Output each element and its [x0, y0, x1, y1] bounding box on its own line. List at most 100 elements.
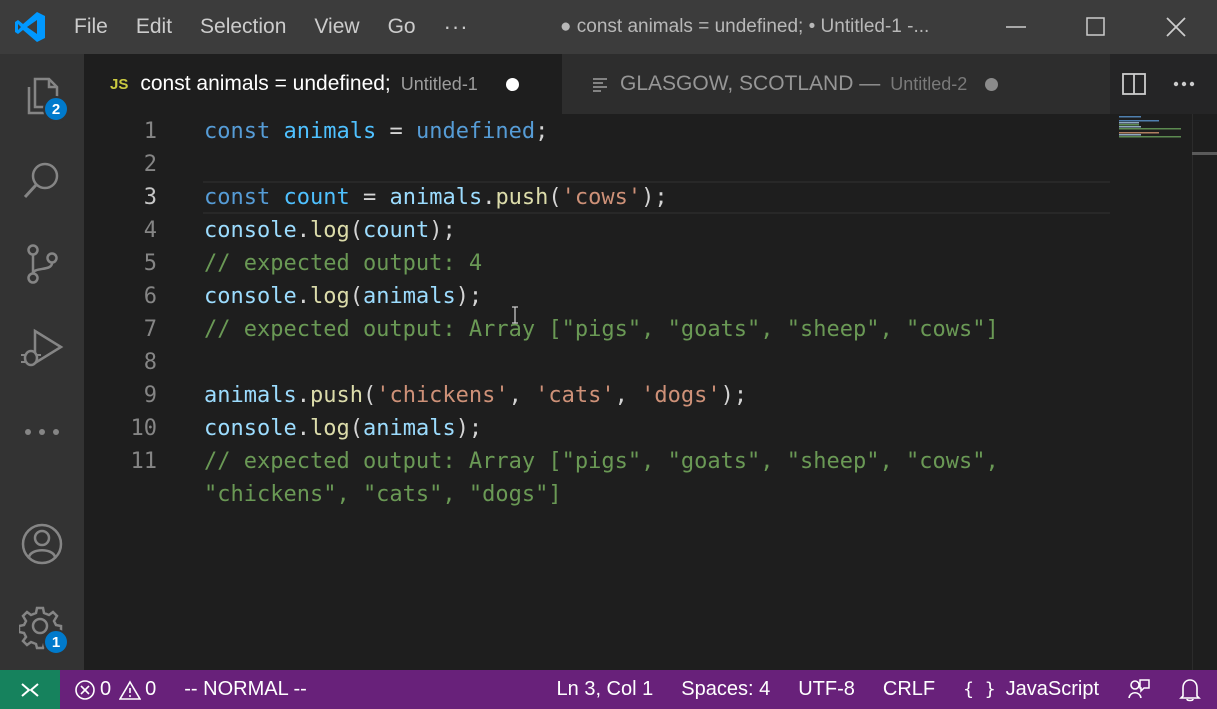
code-token: console	[204, 416, 297, 441]
maximize-button[interactable]	[1056, 0, 1136, 54]
code-token: (	[548, 185, 562, 210]
unsaved-dot-icon[interactable]	[985, 77, 999, 91]
code-token: animals	[204, 383, 297, 408]
code-token: "chickens", "cats", "dogs"]	[204, 482, 562, 507]
activity-bar: 2 1	[0, 54, 84, 670]
indentation[interactable]: Spaces: 4	[667, 670, 784, 709]
remote-icon	[21, 682, 39, 697]
account-icon	[21, 523, 63, 565]
menu-edit[interactable]: Edit	[122, 0, 186, 54]
more-views-button[interactable]	[0, 390, 84, 474]
code-token: console	[204, 284, 297, 309]
window-title: ● const animals = undefined; • Untitled-…	[560, 16, 930, 37]
error-count: 0	[100, 678, 112, 700]
remote-button[interactable]	[0, 670, 60, 709]
more-icon	[25, 429, 59, 435]
code-token: 'cats'	[535, 383, 615, 408]
code-token: );	[720, 383, 748, 408]
code-token: );	[455, 284, 483, 309]
menu-selection[interactable]: Selection	[186, 0, 300, 54]
tab-untitled-1[interactable]: JS const animals = undefined; Untitled-1	[84, 54, 562, 114]
code-token: =	[376, 119, 416, 144]
menu-view[interactable]: View	[300, 0, 373, 54]
manage-button[interactable]: 1	[0, 586, 84, 670]
language-mode[interactable]: { } JavaScript	[949, 670, 1113, 709]
cursor-position[interactable]: Ln 3, Col 1	[543, 670, 668, 709]
code-editor[interactable]: 1 const animals = undefined; 2 3 const count…	[84, 114, 1217, 670]
code-token: ,	[614, 383, 642, 408]
minimize-icon	[1006, 26, 1026, 28]
feedback-button[interactable]	[1113, 670, 1165, 709]
code-token: 'cows'	[561, 185, 642, 210]
code-token: console	[204, 218, 297, 243]
accounts-button[interactable]	[0, 502, 84, 586]
search-button[interactable]	[0, 138, 84, 222]
line-number: 10	[130, 416, 158, 441]
minimap[interactable]	[1117, 114, 1192, 144]
code-token: ;	[535, 119, 549, 144]
split-editor-icon	[1122, 73, 1146, 95]
close-button[interactable]	[1136, 0, 1216, 54]
code-text: const animals = undefined;	[204, 115, 548, 148]
code-token: 'dogs'	[641, 383, 721, 408]
code-token: const	[204, 185, 271, 210]
text-cursor-icon	[512, 306, 518, 324]
notifications-button[interactable]	[1165, 670, 1217, 709]
code-text: console.log(animals);	[204, 412, 482, 445]
code-token: log	[309, 284, 350, 309]
code-token: (	[349, 218, 363, 243]
line-number: 5	[143, 251, 157, 276]
explorer-button[interactable]: 2	[0, 54, 84, 138]
code-token: .	[296, 218, 310, 243]
code-token: ,	[508, 383, 536, 408]
menu-go[interactable]: Go	[374, 0, 430, 54]
code-text: console.log(animals);	[204, 280, 482, 313]
source-control-icon	[27, 244, 58, 284]
problems-indicator[interactable]: 0 0	[60, 670, 170, 709]
bell-icon	[1179, 678, 1201, 701]
file-encoding[interactable]: UTF-8	[784, 670, 869, 709]
line-number: 3	[143, 185, 157, 210]
vim-mode: -- NORMAL --	[184, 678, 307, 700]
tab-untitled-2[interactable]: GLASGOW, SCOTLAND — Untitled-2	[562, 54, 1110, 114]
code-token: );	[429, 218, 456, 243]
code-token: .	[296, 284, 310, 309]
code-token: animals	[362, 284, 456, 309]
editor-actions	[1111, 54, 1217, 114]
more-actions-button[interactable]	[1161, 61, 1207, 107]
code-text: animals.push('chickens', 'cats', 'dogs')…	[204, 379, 747, 412]
line-number: 8	[143, 350, 157, 375]
code-token: log	[309, 416, 350, 441]
line-number: 11	[130, 449, 158, 474]
end-of-line[interactable]: CRLF	[869, 670, 949, 709]
code-token: count	[283, 185, 350, 210]
code-token: (	[349, 284, 363, 309]
code-token: animals	[389, 185, 483, 210]
source-control-button[interactable]	[0, 222, 84, 306]
split-editor-button[interactable]	[1111, 61, 1157, 107]
code-token: =	[349, 185, 390, 210]
line-number: 9	[143, 383, 157, 408]
line-number: 1	[143, 119, 157, 144]
code-token: .	[482, 185, 496, 210]
code-text: // expected output: Array ["pigs", "goat…	[204, 445, 999, 478]
line-number: 6	[143, 284, 157, 309]
line-number: 2	[143, 152, 157, 177]
braces-icon: { }	[963, 679, 996, 700]
code-token: .	[296, 383, 310, 408]
code-token: push	[309, 383, 363, 408]
code-token: .	[296, 416, 310, 441]
code-token: animals	[283, 119, 377, 144]
code-token: // expected output: Array ["pigs", "goat…	[204, 317, 999, 342]
run-debug-button[interactable]	[0, 306, 84, 390]
minimize-button[interactable]	[976, 0, 1056, 54]
code-token: undefined	[415, 119, 536, 144]
menu-file[interactable]: File	[60, 0, 122, 54]
code-token: (	[362, 383, 377, 408]
menu-more-button[interactable]: ···	[430, 14, 483, 40]
vertical-scrollbar[interactable]	[1192, 114, 1217, 670]
unsaved-dot-icon[interactable]	[505, 77, 519, 91]
more-icon	[1173, 81, 1195, 87]
